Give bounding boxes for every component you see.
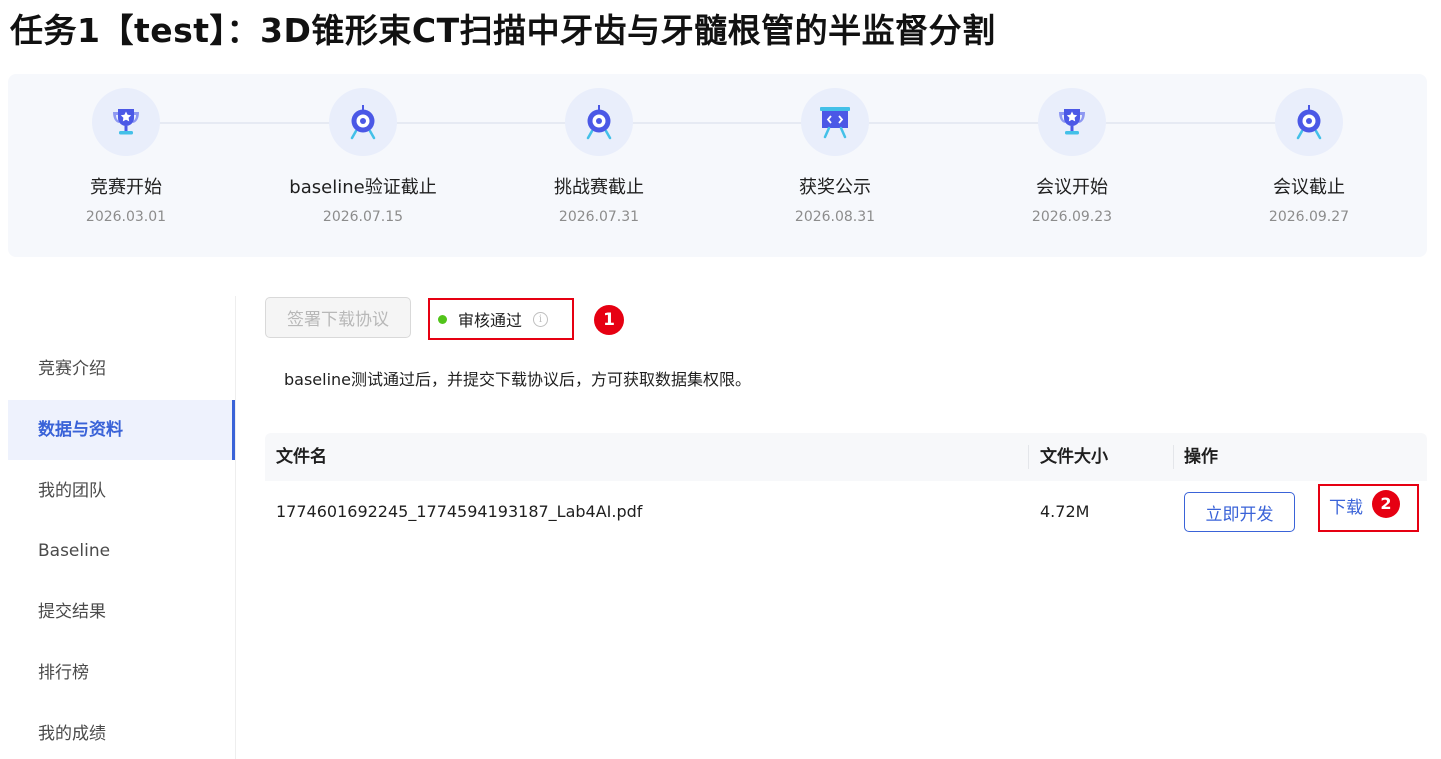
target-icon <box>1275 88 1343 156</box>
sidebar-item-leaderboard[interactable]: 排行榜 <box>8 643 235 703</box>
start-development-button[interactable]: 立即开发 <box>1184 492 1295 532</box>
status-badge: 审核通过 <box>458 311 523 330</box>
milestone-label: 会议截止 <box>1273 177 1345 198</box>
competition-timeline: 竞赛开始 2026.03.01 baseline验证截止 2026.07.15 <box>8 74 1427 257</box>
annotation-badge-1: 1 <box>594 305 624 335</box>
milestone-competition-start: 竞赛开始 2026.03.01 <box>26 88 226 226</box>
sidebar-item-my-scores[interactable]: 我的成绩 <box>8 704 235 759</box>
sign-download-agreement-button[interactable]: 签署下载协议 <box>265 297 411 338</box>
milestone-date: 2026.07.15 <box>322 209 404 225</box>
file-name-cell: 1774601692245_1774594193187_Lab4AI.pdf <box>276 502 643 521</box>
column-header-file-size: 文件大小 <box>1040 447 1108 467</box>
milestone-date: 2026.08.31 <box>794 209 876 225</box>
status-dot <box>438 314 447 324</box>
sidebar-nav: 竞赛介绍 数据与资料 我的团队 Baseline 提交结果 排行榜 我的成绩 <box>8 296 236 759</box>
milestone-date: 2026.03.01 <box>85 209 167 225</box>
column-header-file-name: 文件名 <box>276 447 327 467</box>
target-icon <box>565 88 633 156</box>
column-header-actions: 操作 <box>1184 447 1218 467</box>
milestone-label: 挑战赛截止 <box>554 177 644 198</box>
page-title: 任务1【test】：3D锥形束CT扫描中牙齿与牙髓根管的半监督分割 <box>10 11 996 50</box>
sidebar-item-my-team[interactable]: 我的团队 <box>8 461 235 521</box>
target-icon <box>329 88 397 156</box>
trophy-icon <box>92 88 160 156</box>
column-divider <box>1028 445 1029 469</box>
milestone-label: 竞赛开始 <box>90 177 162 198</box>
sidebar-item-data-resources[interactable]: 数据与资料 <box>8 400 235 460</box>
dataset-access-hint: baseline测试通过后，并提交下载协议后，方可获取数据集权限。 <box>284 370 752 389</box>
presentation-board-icon <box>801 88 869 156</box>
info-icon[interactable]: i <box>533 311 549 327</box>
milestone-baseline-deadline: baseline验证截止 2026.07.15 <box>263 88 463 226</box>
sidebar-item-baseline[interactable]: Baseline <box>8 521 235 581</box>
download-link[interactable]: 下载 <box>1329 486 1363 530</box>
milestone-date: 2026.09.23 <box>1031 209 1113 225</box>
download-highlight: 下载 2 <box>1318 484 1419 532</box>
milestone-label: baseline验证截止 <box>289 177 437 198</box>
file-size-cell: 4.72M <box>1040 502 1090 521</box>
milestone-award-announcement: 获奖公示 2026.08.31 <box>735 88 935 226</box>
column-divider <box>1173 445 1174 469</box>
milestone-date: 2026.07.31 <box>558 209 640 225</box>
trophy-icon <box>1038 88 1106 156</box>
milestone-label: 获奖公示 <box>799 177 871 198</box>
milestone-conference-start: 会议开始 2026.09.23 <box>972 88 1172 226</box>
milestone-label: 会议开始 <box>1036 177 1108 198</box>
sidebar-item-submit-results[interactable]: 提交结果 <box>8 582 235 642</box>
sidebar-item-competition-intro[interactable]: 竞赛介绍 <box>8 339 235 399</box>
review-status-highlight: 审核通过 i <box>428 298 574 340</box>
annotation-badge-2: 2 <box>1372 490 1400 518</box>
milestone-conference-end: 会议截止 2026.09.27 <box>1209 88 1409 226</box>
milestone-date: 2026.09.27 <box>1268 209 1350 225</box>
table-row: 1774601692245_1774594193187_Lab4AI.pdf 4… <box>265 481 1427 545</box>
table-header: 文件名 文件大小 操作 <box>265 433 1427 481</box>
milestone-challenge-deadline: 挑战赛截止 2026.07.31 <box>499 88 699 226</box>
file-table: 文件名 文件大小 操作 1774601692245_1774594193187_… <box>265 433 1427 545</box>
